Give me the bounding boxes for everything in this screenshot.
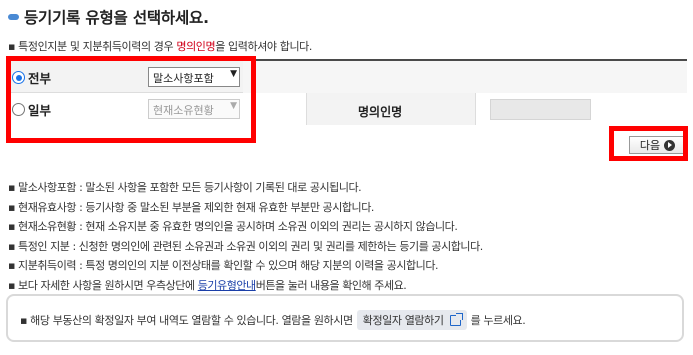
highlight-box-form	[6, 56, 256, 143]
section-title: 등기기록 유형을 선택하세요.	[8, 6, 209, 28]
external-link-icon	[449, 312, 463, 326]
page-title: 등기기록 유형을 선택하세요.	[24, 9, 209, 27]
highlight-box-next	[609, 126, 688, 161]
notice-owner-name: ▪ 특정인지분 및 지분취득이력의 경우 명의인명을 입력하셔야 합니다.	[8, 40, 313, 53]
title-bullet-icon	[8, 14, 19, 20]
list-item: ▪ 말소사항포함 : 말소된 사항을 포함한 모든 등기사항이 기록된 대로 공…	[8, 181, 362, 194]
confirm-date-info-box: ▪ 해당 부동산의 확정일자 부여 내역도 열람할 수 있습니다. 열람을 원하…	[6, 294, 684, 342]
confirm-date-view-button[interactable]: 확정일자 열람하기	[356, 310, 467, 330]
notice-highlight: 명의인명	[176, 40, 216, 53]
list-item: ▪ 보다 자세한 사항을 원하시면 우측상단에 등기유형안내버튼을 눌러 내용을…	[8, 278, 407, 292]
description-list: ▪ 말소사항포함 : 말소된 사항을 포함한 모든 등기사항이 기록된 대로 공…	[8, 178, 688, 295]
list-item: ▪ 특정인 지분 : 신청한 명의인에 관련된 소유권과 소유권 이외의 권리 …	[8, 239, 483, 253]
owner-name-input[interactable]	[490, 99, 591, 120]
owner-name-label: 명의인명	[358, 105, 403, 119]
list-item: ▪ 지분취득이력 : 특정 명의인의 지분 이전상태를 확인할 수 있으며 해당…	[8, 259, 439, 272]
list-item: ▪ 현재유효사항 : 등기사항 중 말소된 부분을 제외한 현재 유효한 부분만…	[8, 200, 374, 214]
registry-type-guide-link[interactable]: 등기유형안내	[198, 279, 256, 292]
list-item: ▪ 현재소유현황 : 현재 소유지분 중 유효한 명의인을 공시하며 소유권 이…	[8, 220, 458, 233]
